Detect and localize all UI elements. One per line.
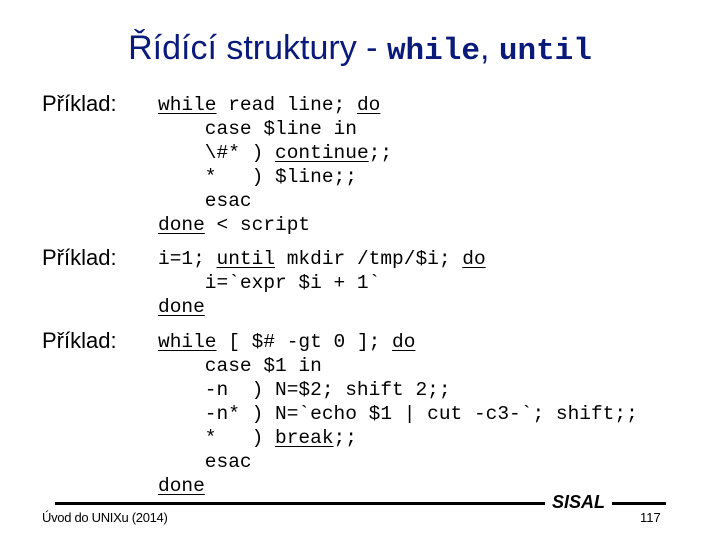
- code-keyword: do: [462, 248, 486, 270]
- code-block-3: while [ $# -gt 0 ]; do case $1 in -n ) N…: [158, 330, 638, 498]
- code-keyword: done: [158, 475, 205, 497]
- title-text: Řídící struktury -: [128, 29, 387, 67]
- code-keyword: break: [275, 427, 334, 449]
- code-line: esac: [158, 189, 392, 213]
- code-line: done < script: [158, 213, 392, 237]
- code-text: i=`expr $i + 1`: [158, 272, 381, 294]
- code-line: done: [158, 295, 486, 319]
- title-separator: ,: [479, 29, 499, 67]
- code-text: esac: [158, 190, 252, 212]
- code-text: case $1 in: [158, 355, 322, 377]
- code-line: -n* ) N=`echo $1 | cut -c3-`; shift;;: [158, 402, 638, 426]
- code-text: mkdir /tmp/$i;: [275, 248, 463, 270]
- code-line: i=`expr $i + 1`: [158, 271, 486, 295]
- code-text: -n ) N=$2; shift 2;;: [158, 379, 451, 401]
- code-text: < script: [204, 214, 311, 236]
- code-keyword: while: [158, 94, 217, 116]
- code-text: \#* ): [158, 142, 276, 164]
- code-keyword: done: [158, 214, 205, 236]
- code-line: case $line in: [158, 117, 392, 141]
- code-text: [ $# -gt 0 ];: [216, 331, 393, 353]
- slide-title: Řídící struktury - while, until: [0, 26, 720, 74]
- code-text: ;;: [368, 142, 393, 164]
- code-block-2: i=1; until mkdir /tmp/$i; do i=`expr $i …: [158, 247, 486, 319]
- title-keyword-until: until: [498, 34, 592, 69]
- title-keyword-while: while: [386, 34, 480, 69]
- slide: Řídící struktury - while, until Příklad:…: [0, 0, 720, 540]
- code-text: read line;: [216, 94, 357, 116]
- code-keyword: until: [216, 248, 276, 270]
- footer-course: Úvod do UNIXu (2014): [42, 510, 168, 525]
- footer-brand: SISAL: [552, 492, 606, 512]
- code-line: -n ) N=$2; shift 2;;: [158, 378, 638, 402]
- code-line: * ) $line;;: [158, 165, 392, 189]
- code-keyword: while: [158, 331, 217, 353]
- code-line: while [ $# -gt 0 ]; do: [158, 330, 638, 354]
- example-label-1: Příklad:: [42, 91, 117, 116]
- code-line: \#* ) continue;;: [158, 141, 392, 165]
- code-block-1: while read line; do case $line in \#* ) …: [158, 93, 392, 237]
- code-line: esac: [158, 450, 638, 474]
- code-keyword: continue: [275, 142, 369, 164]
- code-text: esac: [158, 451, 252, 473]
- page-number: 117: [640, 510, 661, 525]
- example-label-3: Příklad:: [42, 328, 117, 353]
- code-text: i=1;: [158, 248, 217, 270]
- code-keyword: done: [158, 296, 205, 318]
- code-line: i=1; until mkdir /tmp/$i; do: [158, 247, 486, 271]
- code-line: case $1 in: [158, 354, 638, 378]
- code-text: -n* ) N=`echo $1 | cut -c3-`; shift;;: [158, 403, 638, 425]
- code-line: while read line; do: [158, 93, 392, 117]
- code-text: ;;: [333, 427, 357, 449]
- code-line: * ) break;;: [158, 426, 638, 450]
- code-keyword: do: [392, 331, 416, 353]
- footer-rule-left: [55, 502, 545, 505]
- code-text: case $line in: [158, 118, 357, 140]
- code-text: * ) $line;;: [158, 166, 357, 188]
- footer-rule-right: [612, 502, 666, 505]
- example-label-2: Příklad:: [42, 245, 117, 270]
- code-keyword: do: [356, 94, 381, 116]
- code-text: * ): [158, 427, 276, 449]
